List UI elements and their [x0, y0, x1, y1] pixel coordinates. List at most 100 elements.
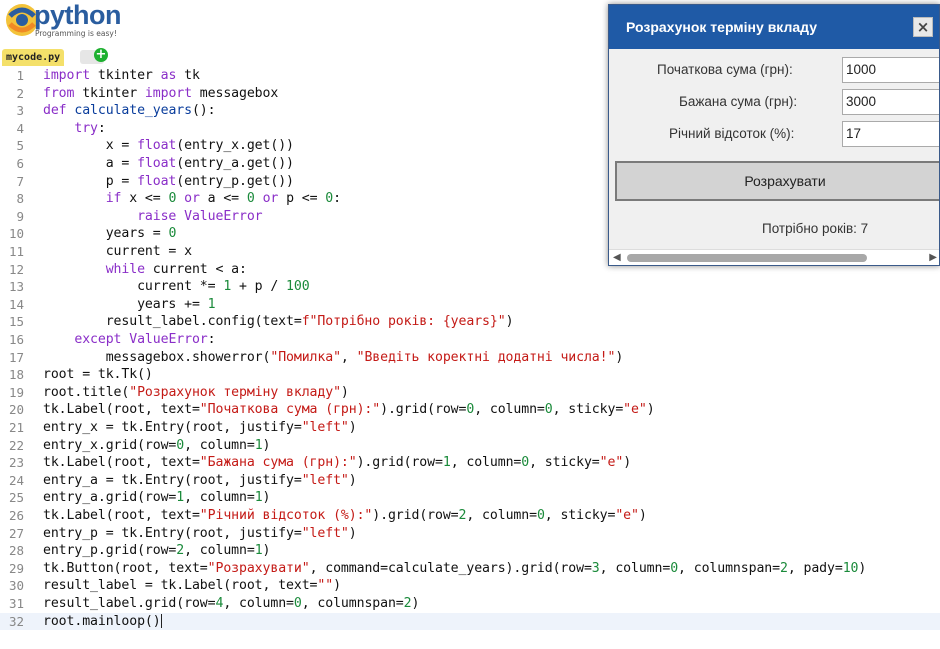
label-annual-rate: Річний відсоток (%): [669, 126, 795, 141]
code-line[interactable]: 13 current *= 1 + p / 100 [0, 278, 940, 296]
line-number: 16 [8, 332, 24, 347]
code-text[interactable]: tk.Label(root, text="Бажана сума (грн):"… [43, 454, 631, 472]
line-number: 4 [16, 120, 24, 136]
code-text[interactable]: try: [43, 120, 105, 138]
label-initial-sum: Початкова сума (грн): [657, 62, 793, 77]
calculate-button[interactable]: Розрахувати [615, 161, 939, 201]
line-number: 31 [8, 596, 24, 611]
python-logo[interactable]: python Programming is easy! [4, 0, 154, 40]
line-number: 23 [8, 455, 24, 471]
line-number: 3 [16, 103, 24, 119]
code-text[interactable]: except ValueError: [43, 331, 215, 349]
code-text[interactable]: if x <= 0 or a <= 0 or p <= 0: [43, 190, 341, 208]
new-tab-button[interactable]: + [80, 48, 108, 64]
code-text[interactable]: tk.Label(root, text="Початкова сума (грн… [43, 401, 655, 419]
code-text[interactable]: entry_p.grid(row=2, column=1) [43, 542, 270, 560]
line-number: 24 [8, 472, 24, 488]
code-line[interactable]: 29 tk.Button(root, text="Розрахувати", co… [0, 560, 940, 578]
code-text[interactable]: a = float(entry_a.get()) [43, 155, 294, 173]
code-line[interactable]: 28 entry_p.grid(row=2, column=1) [0, 542, 940, 560]
line-number: 15 [8, 314, 24, 330]
line-number: 22 [8, 437, 24, 453]
code-text[interactable]: messagebox.showerror("Помилка", "Введіть… [43, 349, 624, 367]
line-number: 29 [8, 560, 24, 576]
code-line[interactable]: 21 entry_x = tk.Entry(root, justify="left… [0, 419, 940, 437]
code-line[interactable]: 27 entry_p = tk.Entry(root, justify="left… [0, 525, 940, 543]
code-line[interactable]: 30 result_label = tk.Label(root, text="") [0, 577, 940, 595]
code-text[interactable]: raise ValueError [43, 208, 263, 226]
tk-dialog-window: Розрахунок терміну вкладу × Початкова су… [608, 4, 940, 266]
line-number: 2 [16, 85, 24, 101]
code-line[interactable]: 20 tk.Label(root, text="Початкова сума (г… [0, 401, 940, 419]
line-number: 18 [8, 367, 24, 383]
code-text[interactable]: entry_x.grid(row=0, column=1) [43, 437, 270, 455]
line-number: 21 [8, 420, 24, 435]
close-icon[interactable]: × [913, 17, 933, 37]
code-text[interactable]: entry_p = tk.Entry(root, justify="left") [43, 525, 357, 543]
line-number: 13 [8, 279, 24, 295]
file-tab[interactable]: mycode.py [2, 49, 65, 66]
code-line[interactable]: 32 root.mainloop() [0, 612, 940, 631]
line-number: 11 [8, 244, 24, 259]
scroll-right-icon[interactable]: ▶ [929, 252, 937, 263]
code-text[interactable]: result_label.config(text=f"Потрібно рокі… [43, 313, 514, 331]
line-number: 6 [16, 156, 24, 171]
line-number: 28 [8, 543, 24, 559]
code-line[interactable]: 31 result_label.grid(row=4, column=0, col… [0, 595, 940, 613]
code-text[interactable]: root.title("Розрахунок терміну вкладу") [43, 384, 349, 402]
code-line[interactable]: 16 except ValueError: [0, 331, 940, 349]
result-label: Потрібно років: 7 [762, 221, 869, 236]
code-text[interactable]: entry_a = tk.Entry(root, justify="left") [43, 472, 357, 490]
code-text[interactable]: entry_a.grid(row=1, column=1) [43, 489, 270, 507]
code-line[interactable]: 24 entry_a = tk.Entry(root, justify="left… [0, 472, 940, 490]
text-cursor [160, 613, 162, 628]
code-text[interactable]: result_label = tk.Label(root, text="") [43, 577, 341, 595]
code-text[interactable]: root.mainloop() [43, 613, 162, 631]
logo-wordmark: python [34, 0, 121, 30]
scroll-left-icon[interactable]: ◀ [613, 252, 621, 263]
code-text[interactable]: x = float(entry_x.get()) [43, 137, 294, 155]
line-number: 32 [8, 613, 24, 629]
dialog-titlebar: Розрахунок терміну вкладу × [609, 5, 939, 49]
code-line[interactable]: 25 entry_a.grid(row=1, column=1) [0, 489, 940, 507]
line-number: 20 [8, 402, 24, 418]
line-number: 12 [8, 261, 24, 277]
code-text[interactable]: root = tk.Tk() [43, 366, 153, 384]
line-number: 17 [8, 349, 24, 365]
label-target-sum: Бажана сума (грн): [679, 94, 798, 109]
code-text[interactable]: years += 1 [43, 296, 216, 314]
code-text[interactable]: def calculate_years(): [43, 102, 216, 120]
code-text[interactable]: tk.Button(root, text="Розрахувати", comm… [43, 560, 866, 578]
code-line[interactable]: 23 tk.Label(root, text="Бажана сума (грн)… [0, 454, 940, 472]
code-line[interactable]: 26 tk.Label(root, text="Річний відсоток (… [0, 507, 940, 525]
code-text[interactable]: tk.Label(root, text="Річний відсоток (%)… [43, 507, 647, 525]
code-line[interactable]: 14 years += 1 [0, 296, 940, 314]
code-text[interactable]: from tkinter import messagebox [43, 85, 278, 103]
code-line[interactable]: 18 root = tk.Tk() [0, 366, 940, 384]
code-text[interactable]: p = float(entry_p.get()) [43, 173, 294, 191]
line-number: 1 [16, 68, 24, 83]
code-text[interactable]: entry_x = tk.Entry(root, justify="left") [43, 419, 357, 437]
code-line[interactable]: 15 result_label.config(text=f"Потрібно р… [0, 313, 940, 331]
code-line[interactable]: 17 messagebox.showerror("Помилка", "Введ… [0, 349, 940, 367]
code-line[interactable]: 22 entry_x.grid(row=0, column=1) [0, 437, 940, 455]
code-line[interactable]: 19 root.title("Розрахунок терміну вкладу"… [0, 384, 940, 402]
line-number: 8 [16, 191, 24, 207]
code-text[interactable]: years = 0 [43, 225, 177, 243]
line-number: 7 [16, 173, 24, 189]
line-number: 5 [16, 138, 24, 154]
code-text[interactable]: import tkinter as tk [43, 67, 200, 85]
input-annual-rate[interactable]: 17 [842, 121, 939, 147]
input-target-sum[interactable]: 3000 [842, 89, 939, 115]
code-text[interactable]: result_label.grid(row=4, column=0, colum… [43, 595, 419, 613]
horizontal-scrollbar[interactable]: ◀ ▶ [609, 249, 939, 265]
code-text[interactable]: while current < a: [43, 261, 247, 279]
line-number: 9 [16, 208, 24, 224]
line-number: 14 [8, 296, 24, 312]
input-initial-sum[interactable]: 1000 [842, 57, 939, 83]
code-text[interactable]: current *= 1 + p / 100 [43, 278, 310, 296]
line-number: 25 [8, 490, 24, 506]
code-text[interactable]: current = x [43, 243, 192, 261]
line-number: 10 [8, 226, 24, 242]
scroll-thumb[interactable] [627, 254, 867, 262]
